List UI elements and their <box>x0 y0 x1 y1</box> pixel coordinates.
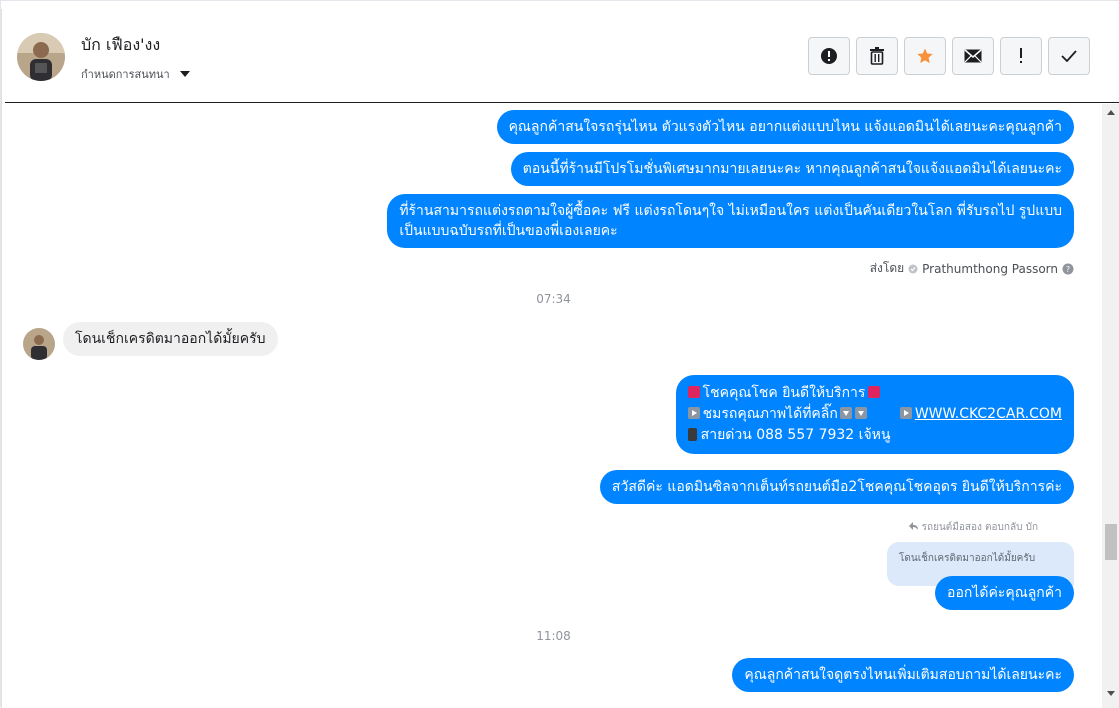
outgoing-message[interactable]: คุณลูกค้าสนใจดูตรงไหนเพิ่มเติมสอบถามได้เ… <box>732 658 1074 692</box>
star-button[interactable] <box>904 37 946 75</box>
star-icon <box>917 48 933 64</box>
trash-icon <box>870 47 884 65</box>
timestamp: 07:34 <box>536 292 571 306</box>
header-actions <box>808 37 1090 75</box>
contact-name: บัก เฟือง'งง <box>81 35 161 54</box>
down-arrow-icon <box>839 407 852 419</box>
message-line: เป็นแบบฉบับรถที่เป็นของพี่เองเลยคะ <box>399 223 618 239</box>
message-line: โชคคุณโชค ยินดีให้บริการ <box>687 383 1062 404</box>
outgoing-message[interactable]: สวัสดีค่ะ แอดมินซิลจากเต็นท์รถยนต์มือ2โช… <box>599 470 1074 504</box>
thread-scrollbar[interactable] <box>1102 104 1119 708</box>
sent-by-name[interactable]: Prathumthong Passorn <box>922 262 1058 276</box>
inbox-frame: บัก เฟือง'งง กำหนดการสนทนา คุณลูกค้าสนใจ… <box>0 0 1119 708</box>
message-line: ชมรถคุณภาพได้ที่คลิ๊ก WWW.CKC2CAR.COM <box>687 404 1062 425</box>
reply-note-text: รถยนต์มือสอง ตอบกลับ บัก <box>921 522 1038 533</box>
help-icon[interactable]: ? <box>1062 263 1074 275</box>
svg-text:?: ? <box>1066 265 1070 274</box>
message-text: ชมรถคุณภาพได้ที่คลิ๊ก <box>702 406 838 422</box>
message-thread: คุณลูกค้าสนใจรถรุ่นไหน ตัวแรงตัวไหน อยาก… <box>5 104 1102 708</box>
mark-unread-button[interactable] <box>952 37 994 75</box>
outgoing-message-promo[interactable]: โชคคุณโชค ยินดีให้บริการ ชมรถคุณภาพได้ที… <box>675 375 1074 454</box>
timestamp: 11:08 <box>536 629 571 643</box>
mark-done-button[interactable] <box>1048 37 1090 75</box>
website-link[interactable]: WWW.CKC2CAR.COM <box>915 406 1062 422</box>
outgoing-message[interactable]: คุณลูกค้าสนใจรถรุ่นไหน ตัวแรงตัวไหน อยาก… <box>496 110 1074 144</box>
contact-avatar[interactable] <box>17 33 65 81</box>
message-line: ที่ร้านสามารถแต่งรถตามใจผู้ซื้อคะ ฟรี แต… <box>399 203 1062 219</box>
conversation-settings-label: กำหนดการสนทนา <box>81 68 170 81</box>
message-text: โชคคุณโชค ยินดีให้บริการ <box>702 385 866 401</box>
checkmark-icon <box>1061 50 1077 62</box>
outgoing-message[interactable]: ตอนนี้ที่ร้านมีโปรโมชั่นพิเศษมากมายเลยนะ… <box>510 152 1074 186</box>
message-text: สายด่วน 088 557 7932 เจ้หนู <box>700 427 891 443</box>
conversation-header: บัก เฟือง'งง กำหนดการสนทนา <box>5 9 1119 103</box>
play-button-icon <box>687 407 700 419</box>
sent-by-label: ส่งโดย <box>869 261 905 275</box>
follow-up-button[interactable] <box>1000 37 1042 75</box>
down-arrow-icon <box>854 407 867 419</box>
scroll-thumb[interactable] <box>1105 524 1117 560</box>
outgoing-message[interactable]: ออกได้ค่ะคุณลูกค้า <box>935 576 1074 610</box>
incoming-message[interactable]: โดนเช็กเครดิตมาออกได้มั้ยครับ <box>63 322 278 356</box>
exclamation-icon <box>1020 48 1022 63</box>
alert-circle-icon <box>821 48 837 64</box>
verified-icon <box>908 264 918 273</box>
message-line: สายด่วน 088 557 7932 เจ้หนู <box>687 425 1062 446</box>
reply-arrow-icon <box>909 522 919 530</box>
scroll-up-arrow-icon[interactable] <box>1107 110 1115 115</box>
envelope-icon <box>964 49 982 63</box>
chevron-down-icon <box>179 71 190 77</box>
mobile-phone-icon <box>687 428 697 441</box>
delete-button[interactable] <box>856 37 898 75</box>
red-square-icon <box>868 386 881 398</box>
sent-by-info: ส่งโดย Prathumthong Passorn ? <box>870 259 1074 278</box>
outgoing-message[interactable]: ที่ร้านสามารถแต่งรถตามใจผู้ซื้อคะ ฟรี แต… <box>387 194 1074 248</box>
reply-note: รถยนต์มือสอง ตอบกลับ บัก <box>909 520 1038 535</box>
contact-avatar-small[interactable] <box>23 328 55 360</box>
scroll-down-arrow-icon[interactable] <box>1107 691 1115 696</box>
mark-spam-button[interactable] <box>808 37 850 75</box>
play-button-icon <box>899 407 912 419</box>
conversation-settings-dropdown[interactable]: กำหนดการสนทนา <box>81 65 190 83</box>
red-square-icon <box>687 386 700 398</box>
